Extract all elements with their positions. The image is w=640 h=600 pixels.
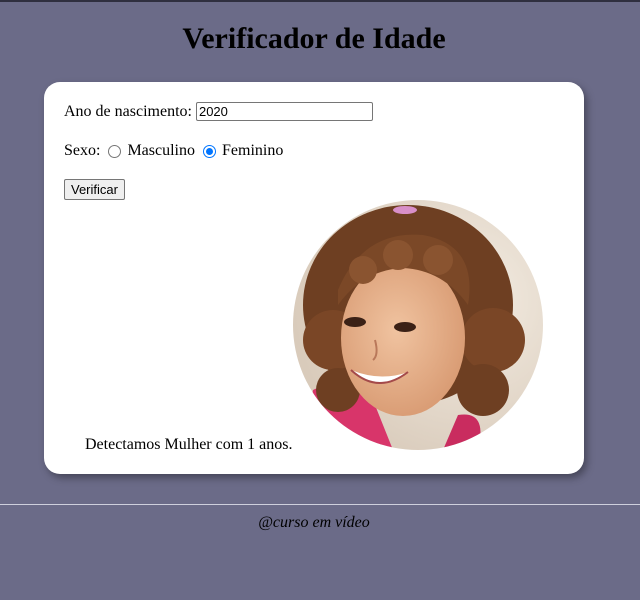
verify-button[interactable]: Verificar: [64, 179, 125, 200]
sex-row: Sexo: Masculino Feminino: [64, 142, 283, 160]
sex-label: Sexo:: [64, 142, 101, 159]
result-photo: [293, 200, 543, 450]
birth-year-label: Ano de nascimento:: [64, 102, 192, 120]
radio-masculino-label[interactable]: Masculino: [127, 142, 195, 160]
footer-divider: [0, 504, 640, 505]
birth-year-input[interactable]: [195, 102, 373, 121]
page-title: Verificador de Idade: [182, 22, 446, 55]
radio-feminino[interactable]: [203, 144, 216, 158]
main-card: Ano de nascimento: Sexo: Masculino Femin…: [44, 82, 584, 474]
radio-masculino[interactable]: [108, 144, 122, 158]
footer-credit: @curso em vídeo: [258, 514, 370, 531]
radio-feminino-label[interactable]: Feminino: [222, 142, 283, 160]
top-border: [0, 0, 640, 2]
result-text: Detectamos Mulher com 1 anos.: [85, 436, 293, 453]
birth-year-row: Ano de nascimento:: [64, 102, 373, 121]
